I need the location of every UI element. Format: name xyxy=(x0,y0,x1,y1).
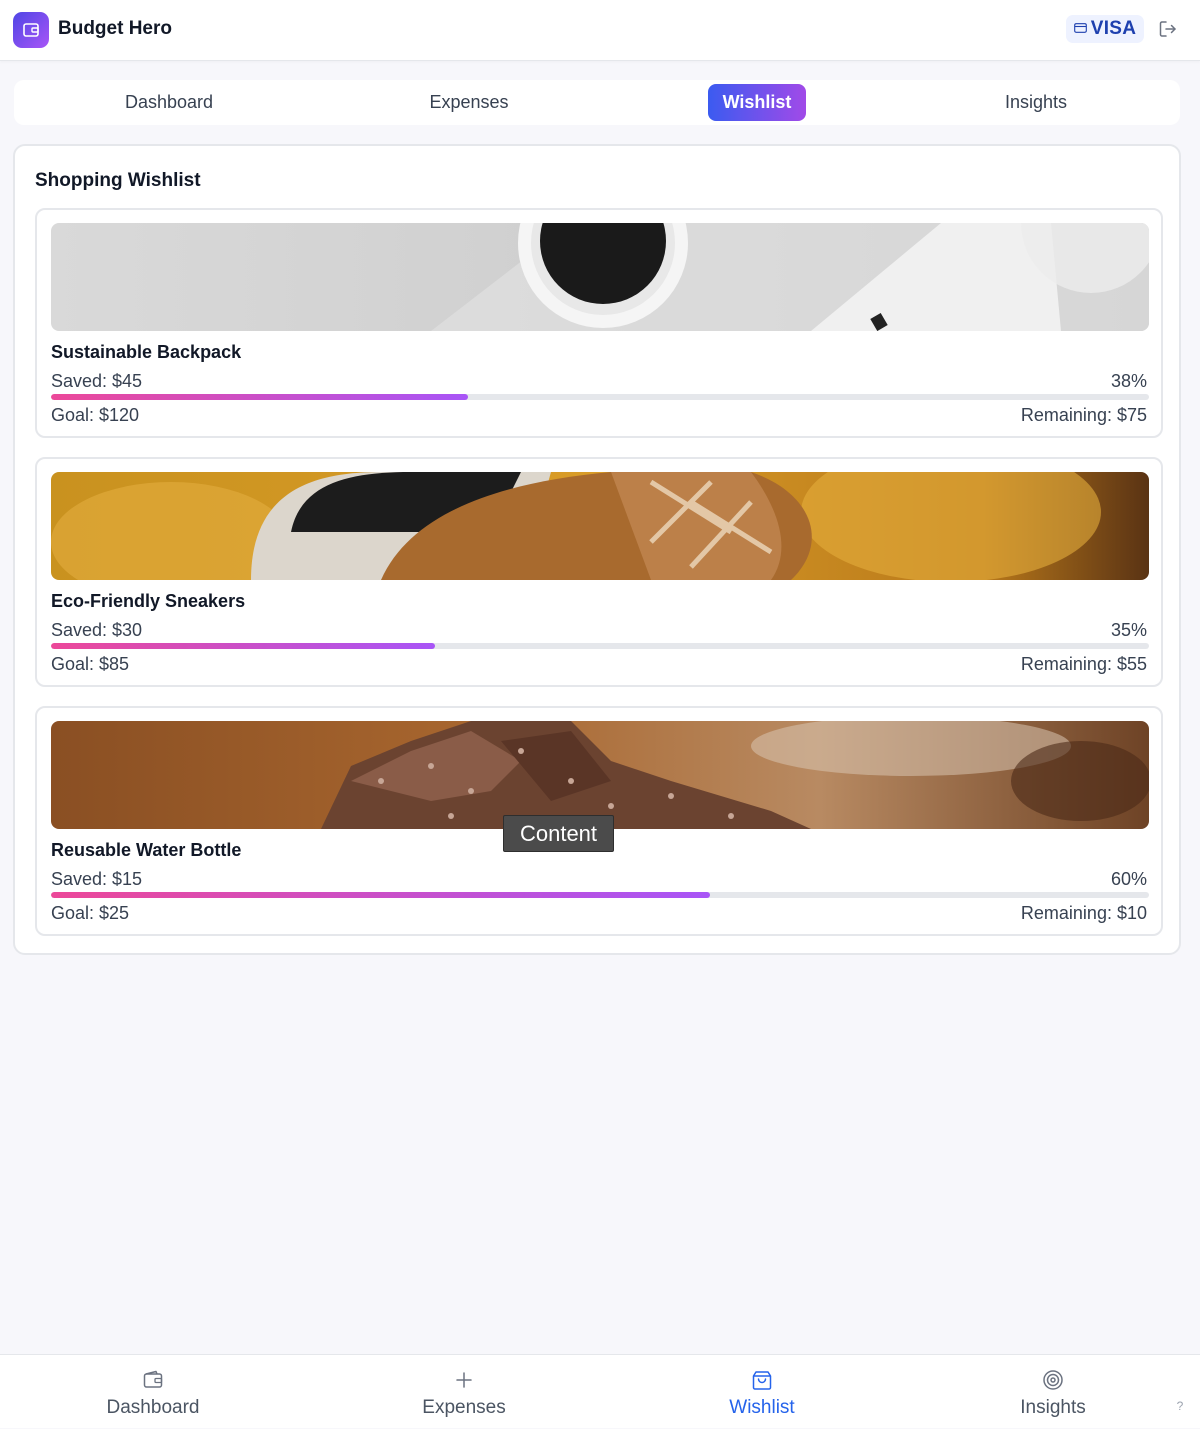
panel-title: Shopping Wishlist xyxy=(35,170,201,191)
progress-percent: 38% xyxy=(1110,371,1147,391)
goal-amount: Goal: $25 xyxy=(51,903,130,923)
progress-fill xyxy=(51,643,436,649)
product-image xyxy=(51,472,1149,580)
bottom-nav-expenses[interactable]: Expenses xyxy=(404,1355,524,1429)
goal-amount: Goal: $85 xyxy=(51,654,130,674)
progress-percent: 35% xyxy=(1110,620,1147,640)
shopping-bag-icon xyxy=(751,1369,773,1391)
tab-dashboard[interactable]: Dashboard xyxy=(119,84,219,121)
wallet-icon xyxy=(142,1369,164,1391)
progress-bar xyxy=(51,394,1149,400)
tab-insights[interactable]: Insights xyxy=(986,84,1086,121)
app-title: Budget Hero xyxy=(58,18,172,39)
tab-wishlist[interactable]: Wishlist xyxy=(708,84,806,121)
card-badge[interactable]: VISA xyxy=(1066,15,1144,43)
bottom-nav-insights[interactable]: Insights xyxy=(993,1355,1113,1429)
saved-amount: Saved: $15 xyxy=(51,869,143,889)
bottom-nav-dashboard[interactable]: Dashboard xyxy=(93,1355,213,1429)
app-header: Budget Hero VISA xyxy=(0,0,1200,61)
bottom-nav-label: Dashboard xyxy=(106,1397,200,1418)
progress-bar xyxy=(51,643,1149,649)
product-image xyxy=(51,223,1149,331)
remaining-amount: Remaining: $10 xyxy=(1020,903,1147,923)
bottom-nav-label: Insights xyxy=(1020,1397,1086,1418)
remaining-amount: Remaining: $55 xyxy=(1020,654,1147,674)
saved-amount: Saved: $45 xyxy=(51,371,143,391)
saved-amount: Saved: $30 xyxy=(51,620,143,640)
tab-expenses[interactable]: Expenses xyxy=(419,84,519,121)
progress-fill xyxy=(51,892,710,898)
item-name: Sustainable Backpack xyxy=(51,342,242,362)
bottom-nav-label: Expenses xyxy=(422,1397,506,1418)
product-image xyxy=(51,721,1149,829)
bottom-nav-label: Wishlist xyxy=(729,1397,795,1418)
help-icon[interactable]: ? xyxy=(1172,1399,1188,1415)
wallet-icon xyxy=(13,12,49,48)
remaining-amount: Remaining: $75 xyxy=(1020,405,1147,425)
logout-icon[interactable] xyxy=(1157,18,1179,40)
item-name: Reusable Water Bottle xyxy=(51,840,242,860)
wishlist-item[interactable]: Eco-Friendly Sneakers Saved: $30 35% Goa… xyxy=(35,457,1163,687)
plus-icon xyxy=(453,1369,475,1391)
bottom-nav-wishlist[interactable]: Wishlist xyxy=(702,1355,822,1429)
target-icon xyxy=(1042,1369,1064,1391)
goal-amount: Goal: $120 xyxy=(51,405,140,425)
tab-bar: Dashboard Expenses Wishlist Insights xyxy=(14,80,1180,125)
bottom-nav: Dashboard Expenses Wishlist Insights xyxy=(0,1354,1200,1428)
progress-bar xyxy=(51,892,1149,898)
tooltip: Content xyxy=(503,815,614,852)
progress-fill xyxy=(51,394,469,400)
item-name: Eco-Friendly Sneakers xyxy=(51,591,246,611)
progress-percent: 60% xyxy=(1110,869,1147,889)
wishlist-item[interactable]: Sustainable Backpack Saved: $45 38% Goal… xyxy=(35,208,1163,438)
credit-card-icon xyxy=(1073,20,1087,38)
card-brand-label: VISA xyxy=(1090,18,1137,39)
